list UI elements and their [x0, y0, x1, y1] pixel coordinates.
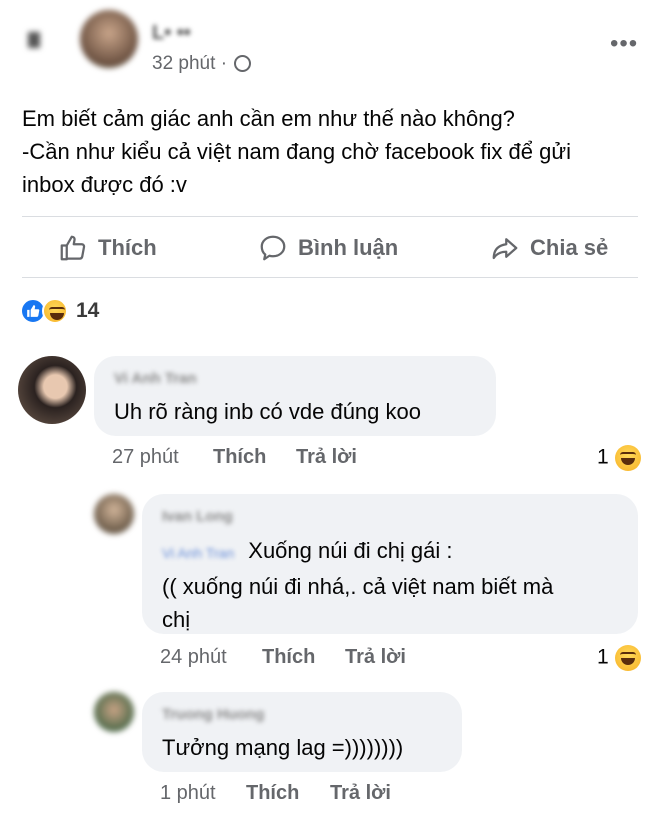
comment-reaction-count[interactable]: 1: [597, 445, 641, 471]
reactions-count: 14: [76, 299, 100, 322]
comment-reaction-count[interactable]: 1: [597, 645, 641, 671]
commenter-name[interactable]: Vi Anh Tran: [114, 370, 197, 387]
comment-label: Bình luận: [298, 235, 399, 260]
commenter-avatar[interactable]: [18, 356, 86, 424]
comment-reply-button[interactable]: Trả lời: [345, 646, 406, 669]
post-text-line: -Cần như kiểu cả việt nam đang chờ faceb…: [22, 139, 571, 164]
comment-time[interactable]: 27 phút: [112, 446, 179, 469]
comment-reply-button[interactable]: Trả lời: [330, 782, 391, 805]
post-text-line: inbox được đó :v: [22, 172, 187, 197]
post-time-text: 32 phút: [152, 53, 216, 74]
comment-text: Vi Anh Tran Xuống núi đi chị gái : (( xu…: [162, 534, 632, 636]
commenter-avatar[interactable]: [94, 494, 134, 534]
commenter-avatar[interactable]: [94, 692, 134, 732]
author-avatar[interactable]: [80, 10, 138, 68]
more-options-icon[interactable]: •••: [610, 30, 638, 58]
post-header: L• •• 32 phút · •••: [0, 0, 660, 90]
comment-like-button[interactable]: Thích: [262, 646, 315, 669]
comment-like-button[interactable]: Thích: [213, 446, 266, 469]
thumbs-up-icon: [60, 235, 86, 261]
author-name[interactable]: L• ••: [152, 22, 191, 45]
commenter-name[interactable]: Ivan Long: [162, 508, 233, 525]
comment-bubble: Vi Anh Tran Uh rõ ràng inb có vde đúng k…: [94, 356, 496, 436]
like-button[interactable]: Thích: [58, 233, 157, 263]
share-label: Chia sẻ: [530, 235, 609, 260]
comment-icon: [260, 235, 286, 261]
like-reaction-thumb: [27, 305, 40, 317]
comment-time[interactable]: 1 phút: [160, 782, 216, 805]
divider-top: [22, 216, 638, 217]
comment-button[interactable]: Bình luận: [258, 233, 398, 263]
comment-text-line: (( xuống núi đi nhá,. cả việt nam biết m…: [162, 574, 554, 599]
comment-text-line: Xuống núi đi chị gái :: [248, 538, 453, 563]
mention-link[interactable]: Vi Anh Tran: [162, 545, 234, 561]
comment-text: Tưởng mạng lag =)))))))): [162, 735, 404, 760]
post-body: Em biết cảm giác anh cần em như thế nào …: [22, 102, 642, 201]
share-button[interactable]: Chia sẻ: [490, 233, 608, 263]
comment-like-button[interactable]: Thích: [246, 782, 299, 805]
post-time[interactable]: 32 phút ·: [152, 53, 252, 75]
globe-icon: [234, 55, 252, 73]
commenter-name[interactable]: Truong Huong: [162, 706, 264, 723]
comment-reply-button[interactable]: Trả lời: [296, 446, 357, 469]
post-text-line: Em biết cảm giác anh cần em như thế nào …: [22, 106, 515, 131]
share-icon: [492, 238, 518, 260]
comment-text: Uh rõ ràng inb có vde đúng koo: [114, 399, 421, 424]
divider-bottom: [22, 277, 638, 278]
like-label: Thích: [98, 235, 157, 260]
comment-bubble: Ivan Long Vi Anh Tran Xuống núi đi chị g…: [142, 494, 638, 634]
comment-time[interactable]: 24 phút: [160, 646, 227, 669]
haha-icon: [614, 645, 641, 671]
haha-reaction-icon: [42, 298, 68, 324]
back-mark: [28, 32, 40, 48]
haha-icon: [614, 445, 641, 471]
comment-bubble: Truong Huong Tưởng mạng lag =)))))))): [142, 692, 462, 772]
comment-text-line: chị: [162, 607, 191, 632]
